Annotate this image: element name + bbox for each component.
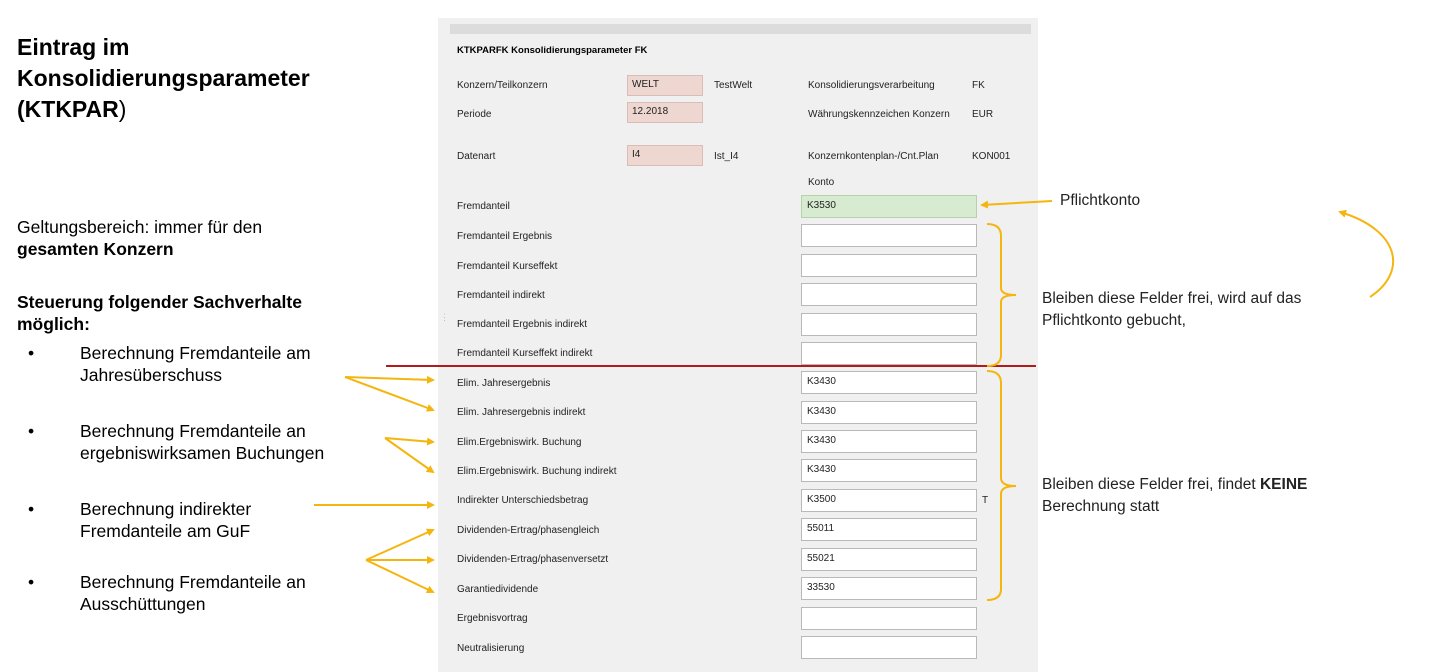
bracket-group-2 <box>986 370 1017 601</box>
annotation-group-1: Bleiben diese Felder frei, wird auf das … <box>1042 288 1301 332</box>
bracket-group-1 <box>986 223 1017 367</box>
annotation-group-1-line-2: Pflichtkonto gebucht, <box>1042 312 1186 329</box>
pflichtkonto-annotation: Pflichtkonto <box>1060 192 1141 209</box>
annotation-group-2: Bleiben diese Felder frei, findet KEINE … <box>1042 474 1307 518</box>
arrow-bullet2-b <box>384 437 435 474</box>
annotation-overlay <box>314 200 1395 601</box>
curved-arrow <box>1338 209 1395 298</box>
annotation-group-2-line-1: Bleiben diese Felder frei, findet KEINE <box>1042 474 1307 496</box>
annotation-group-2-bold: KEINE <box>1259 476 1308 493</box>
annotation-group-2-line-2: Berechnung statt <box>1042 498 1160 515</box>
arrow-bullet2-a <box>384 437 435 446</box>
arrow-bullet4-a <box>365 528 435 561</box>
arrow-pflichtkonto <box>980 200 1053 209</box>
arrow-bullet1-b <box>344 376 435 412</box>
annotation-group-1-line-1: Bleiben diese Felder frei, wird auf das <box>1042 290 1302 307</box>
arrow-bullet1-a <box>344 375 435 384</box>
annotation-group-2-prefix: Bleiben diese Felder frei, findet <box>1042 476 1260 493</box>
arrow-bullet4-c <box>365 559 435 594</box>
